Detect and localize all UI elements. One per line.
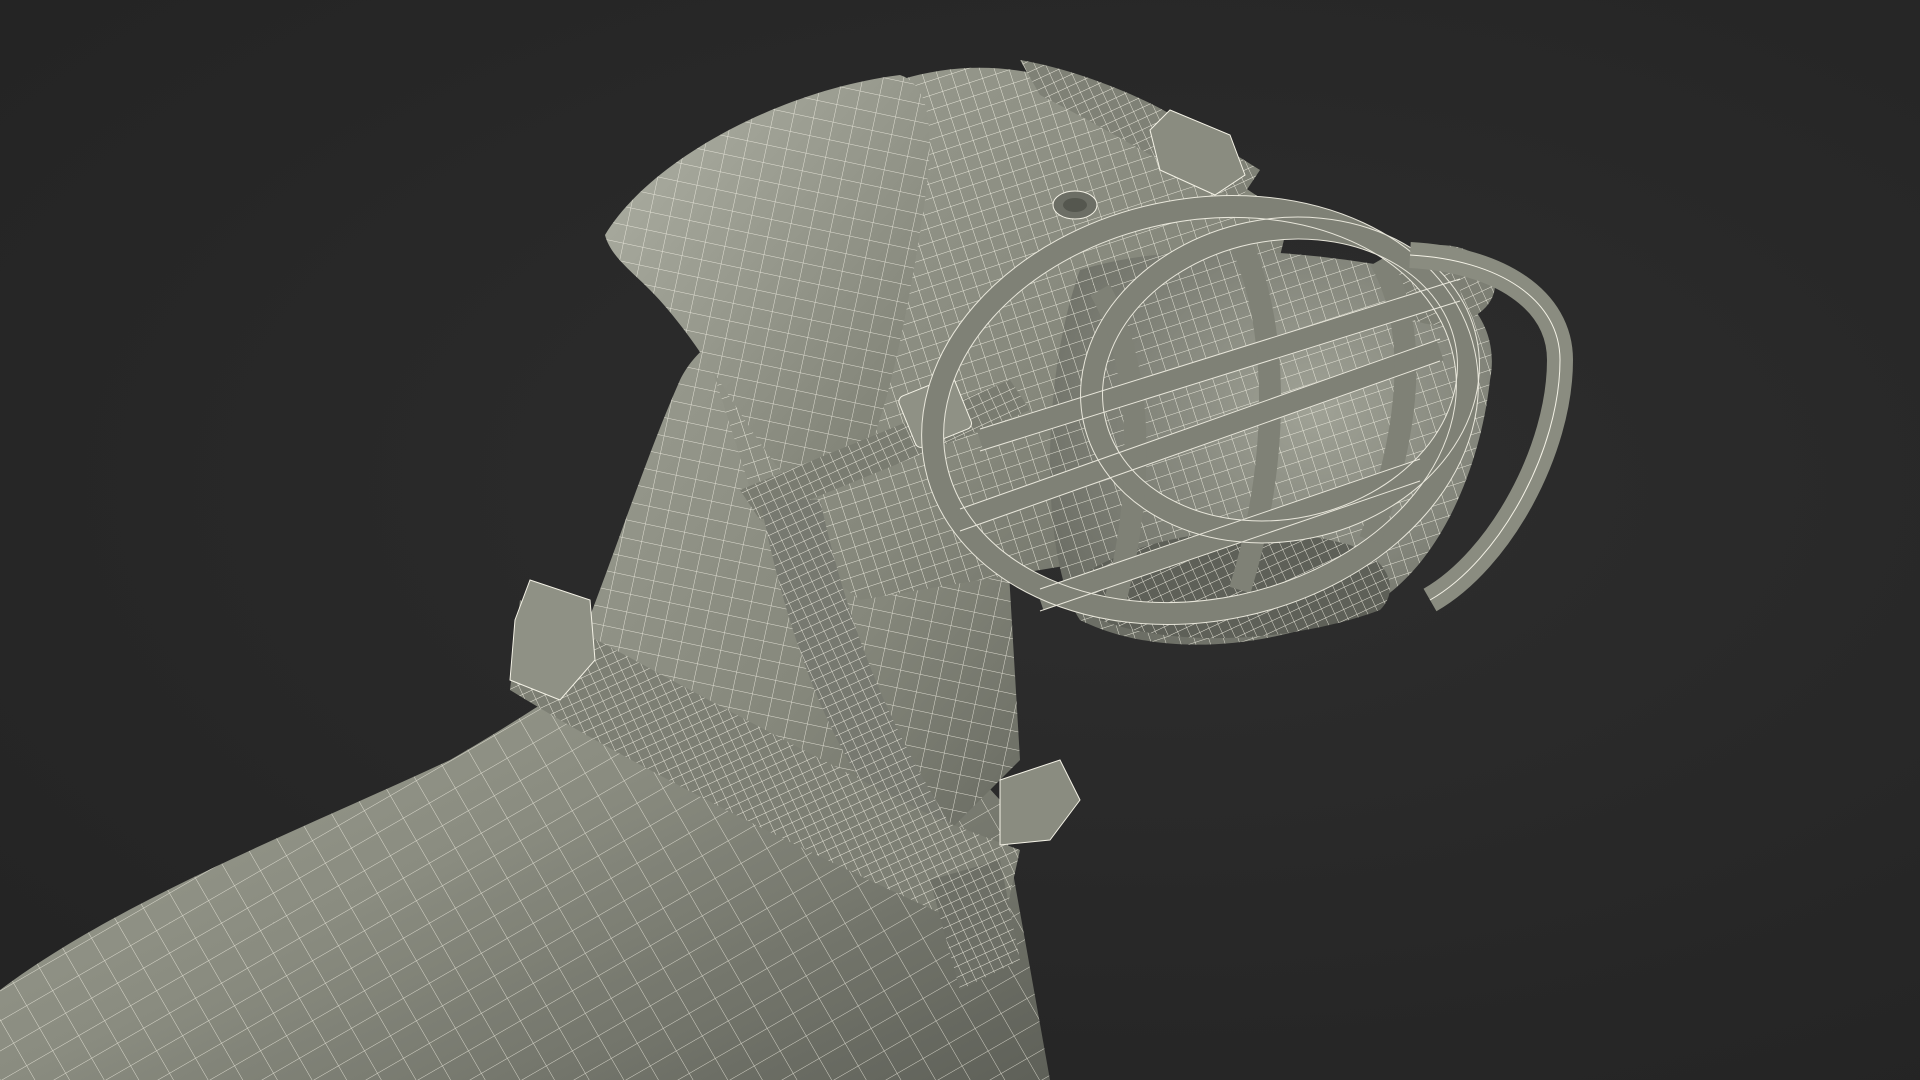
wireframe-render [0,60,1573,1080]
collar-connector [999,759,1081,846]
3d-viewport [0,0,1920,1080]
